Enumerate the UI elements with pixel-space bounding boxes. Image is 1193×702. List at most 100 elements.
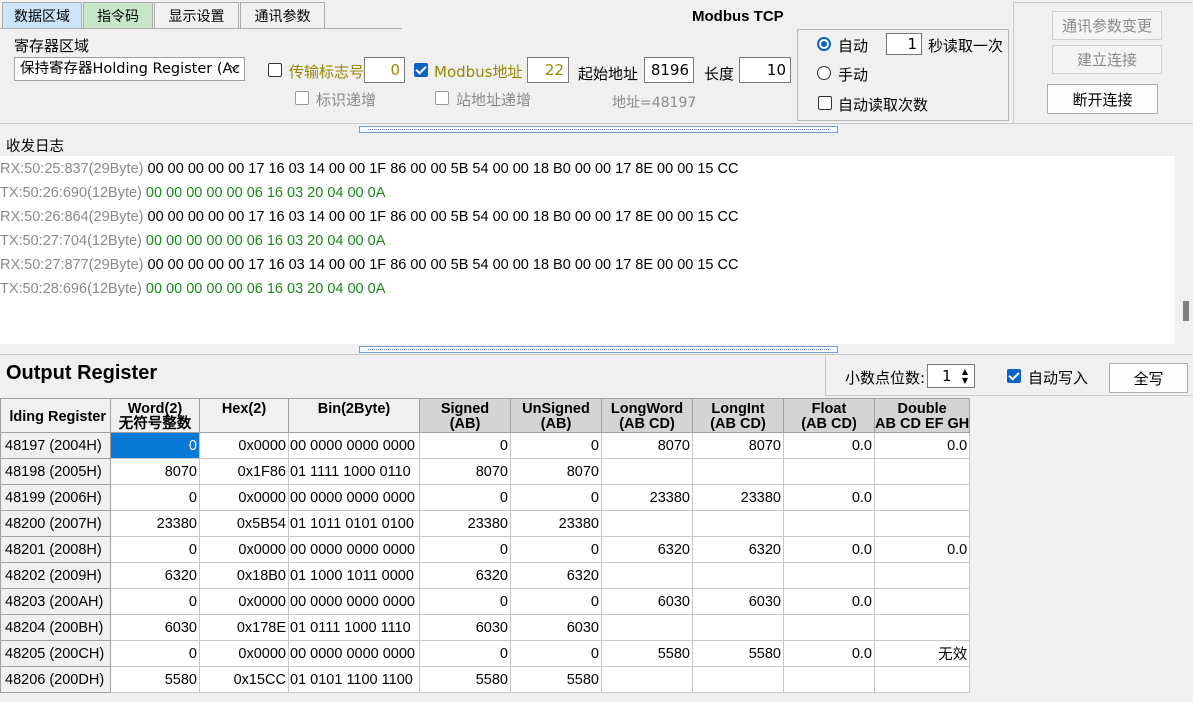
- longword-cell[interactable]: 5580: [601, 640, 693, 667]
- col-header-signed[interactable]: Signed (AB): [419, 398, 511, 433]
- tab-comm-params[interactable]: 通讯参数: [240, 2, 325, 28]
- longint-cell[interactable]: [692, 510, 784, 537]
- hex-cell[interactable]: 0x15CC: [199, 666, 289, 693]
- longword-cell[interactable]: [601, 666, 693, 693]
- float-cell[interactable]: [783, 562, 875, 589]
- splitter-handle[interactable]: [359, 346, 838, 353]
- col-header-bin[interactable]: Bin(2Byte): [288, 398, 420, 433]
- auto-write-checkbox[interactable]: [1007, 369, 1021, 383]
- manual-radio[interactable]: [817, 66, 831, 80]
- col-header-register[interactable]: lding Register: [0, 398, 111, 433]
- word-cell[interactable]: 8070: [110, 458, 200, 485]
- interval-field[interactable]: 1: [886, 33, 922, 55]
- col-header-hex[interactable]: Hex(2): [199, 398, 289, 433]
- col-header-word[interactable]: Word(2) 无符号整数: [110, 398, 200, 433]
- decimal-places-spinner[interactable]: 1 ▲ ▼: [927, 364, 975, 388]
- longword-cell[interactable]: 6030: [601, 588, 693, 615]
- unsigned-cell[interactable]: 0: [510, 432, 602, 459]
- word-cell[interactable]: 6030: [110, 614, 200, 641]
- unsigned-cell[interactable]: 0: [510, 588, 602, 615]
- float-cell[interactable]: 0.0: [783, 640, 875, 667]
- change-params-button[interactable]: 通讯参数变更: [1052, 11, 1162, 40]
- signed-cell[interactable]: 0: [419, 484, 511, 511]
- write-all-button[interactable]: 全写: [1109, 363, 1188, 393]
- disconnect-button[interactable]: 断开连接: [1047, 84, 1158, 114]
- col-header-longint[interactable]: LongInt (AB CD): [692, 398, 784, 433]
- modbus-addr-checkbox[interactable]: [414, 63, 428, 77]
- signed-cell[interactable]: 0: [419, 640, 511, 667]
- double-cell[interactable]: [873, 588, 971, 615]
- float-cell[interactable]: 0.0: [783, 432, 875, 459]
- bin-cell[interactable]: 00 0000 0000 0000: [288, 484, 420, 511]
- signed-cell[interactable]: 5580: [419, 666, 511, 693]
- splitter-handle[interactable]: [359, 126, 838, 133]
- longword-cell[interactable]: [601, 614, 693, 641]
- double-cell[interactable]: [873, 666, 971, 693]
- col-header-unsigned[interactable]: UnSigned (AB): [510, 398, 602, 433]
- unsigned-cell[interactable]: 23380: [510, 510, 602, 537]
- hex-cell[interactable]: 0x1F86: [199, 458, 289, 485]
- float-cell[interactable]: 0.0: [783, 588, 875, 615]
- longint-cell[interactable]: 6320: [692, 536, 784, 563]
- col-header-longword[interactable]: LongWord (AB CD): [601, 398, 693, 433]
- station-increment-checkbox[interactable]: [435, 91, 449, 105]
- float-cell[interactable]: [783, 510, 875, 537]
- hex-cell[interactable]: 0x0000: [199, 640, 289, 667]
- bin-cell[interactable]: 01 0111 1000 1110: [288, 614, 420, 641]
- word-cell[interactable]: 6320: [110, 562, 200, 589]
- float-cell[interactable]: 0.0: [783, 484, 875, 511]
- signed-cell[interactable]: 6030: [419, 614, 511, 641]
- signed-cell[interactable]: 23380: [419, 510, 511, 537]
- longword-cell[interactable]: 8070: [601, 432, 693, 459]
- longint-cell[interactable]: [692, 614, 784, 641]
- longint-cell[interactable]: 23380: [692, 484, 784, 511]
- double-cell[interactable]: [873, 484, 971, 511]
- hex-cell[interactable]: 0x0000: [199, 588, 289, 615]
- unsigned-cell[interactable]: 0: [510, 484, 602, 511]
- bin-cell[interactable]: 01 1000 1011 0000: [288, 562, 420, 589]
- id-increment-checkbox[interactable]: [295, 91, 309, 105]
- word-cell[interactable]: 0: [110, 640, 200, 667]
- float-cell[interactable]: [783, 666, 875, 693]
- double-cell[interactable]: [873, 510, 971, 537]
- unsigned-cell[interactable]: 5580: [510, 666, 602, 693]
- word-cell[interactable]: 5580: [110, 666, 200, 693]
- word-cell[interactable]: 0: [110, 536, 200, 563]
- col-header-float[interactable]: Float (AB CD): [783, 398, 875, 433]
- tab-data-area[interactable]: 数据区域: [2, 2, 82, 28]
- auto-radio[interactable]: [817, 37, 831, 51]
- word-cell[interactable]: 0: [110, 432, 200, 459]
- signed-cell[interactable]: 0: [419, 432, 511, 459]
- modbus-addr-field[interactable]: 22: [527, 57, 569, 83]
- signed-cell[interactable]: 0: [419, 588, 511, 615]
- unsigned-cell[interactable]: 8070: [510, 458, 602, 485]
- hex-cell[interactable]: 0x18B0: [199, 562, 289, 589]
- double-cell[interactable]: [873, 458, 971, 485]
- double-cell[interactable]: [873, 562, 971, 589]
- transfer-id-checkbox[interactable]: [268, 63, 282, 77]
- bin-cell[interactable]: 01 1011 0101 0100: [288, 510, 420, 537]
- signed-cell[interactable]: 6320: [419, 562, 511, 589]
- hex-cell[interactable]: 0x0000: [199, 536, 289, 563]
- longword-cell[interactable]: [601, 510, 693, 537]
- tab-display-settings[interactable]: 显示设置: [154, 2, 239, 28]
- col-header-double[interactable]: Double AB CD EF GH: [873, 398, 971, 433]
- tab-command-code[interactable]: 指令码: [83, 2, 153, 28]
- double-cell[interactable]: [873, 614, 971, 641]
- hex-cell[interactable]: 0x0000: [199, 484, 289, 511]
- register-area-select[interactable]: 保持寄存器Holding Register (Ac: [14, 57, 245, 81]
- hex-cell[interactable]: 0x178E: [199, 614, 289, 641]
- bin-cell[interactable]: 00 0000 0000 0000: [288, 640, 420, 667]
- longint-cell[interactable]: 5580: [692, 640, 784, 667]
- bin-cell[interactable]: 00 0000 0000 0000: [288, 432, 420, 459]
- double-cell[interactable]: 无效: [873, 640, 971, 667]
- start-addr-field[interactable]: 8196: [644, 57, 694, 83]
- float-cell[interactable]: 0.0: [783, 536, 875, 563]
- longint-cell[interactable]: 8070: [692, 432, 784, 459]
- signed-cell[interactable]: 0: [419, 536, 511, 563]
- float-cell[interactable]: [783, 458, 875, 485]
- unsigned-cell[interactable]: 0: [510, 536, 602, 563]
- longword-cell[interactable]: [601, 562, 693, 589]
- longint-cell[interactable]: [692, 458, 784, 485]
- signed-cell[interactable]: 8070: [419, 458, 511, 485]
